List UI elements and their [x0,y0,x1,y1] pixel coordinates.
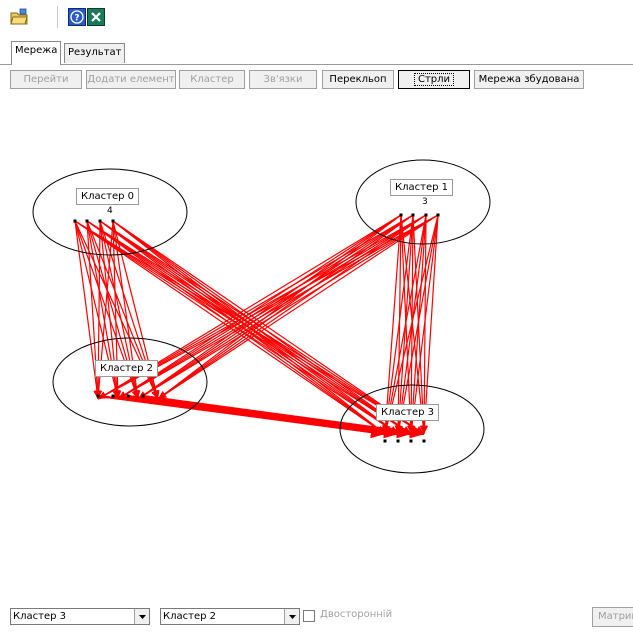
cluster-node [98,219,102,223]
redraw-button[interactable]: Перекльоп [322,70,394,89]
links-layer [74,214,439,439]
cluster-node [422,439,426,443]
tab-result[interactable]: Результат [64,43,126,63]
cluster-node [85,219,89,223]
cluster-1-label[interactable]: Кластер 1 [390,179,453,196]
from-cluster-value: Кластер 3 [13,611,66,622]
link-arrow [383,214,427,435]
open-folder-icon[interactable] [10,8,28,26]
from-cluster-select[interactable]: Кластер 3 [10,608,150,625]
network-built-button[interactable]: Мережа збудована [474,70,584,89]
cluster-node [96,394,100,398]
svg-text:?: ? [74,14,79,24]
cluster-node [111,394,115,398]
cluster-node [141,394,145,398]
link-arrow [117,214,414,400]
link-arrow [137,214,427,400]
arrows-button[interactable]: Стрли [398,70,470,89]
chevron-down-icon[interactable] [134,609,149,624]
cluster-0-count: 4 [107,206,113,216]
network-graph [32,159,491,474]
cluster-node [411,213,415,217]
cluster-node [409,439,413,443]
to-cluster-select[interactable]: Кластер 2 [160,608,300,625]
bidirectional-label: Двосторонній [320,609,393,620]
cluster-node [436,213,440,217]
matrix-button[interactable]: Матриця [592,607,633,627]
cluster-node [399,213,403,217]
bidirectional-checkbox[interactable] [303,610,315,622]
action-bar: Перейти Додати елемент Кластер Зв'язки П… [0,65,633,93]
cluster-0-label[interactable]: Кластер 0 [76,188,139,205]
tab-network[interactable]: Мережа [11,41,62,65]
cluster-button[interactable]: Кластер [179,70,245,89]
toolbar-separator [57,6,58,28]
links-button[interactable]: Зв'язки [249,70,317,89]
link-arrow [117,214,402,400]
network-canvas[interactable]: Кластер 0 4 Кластер 1 3 Кластер 2 Класте… [0,93,633,598]
cluster-node [383,439,387,443]
go-button[interactable]: Перейти [10,70,82,89]
bottom-bar: Кластер 3 Кластер 2 Двосторонній Матриця [0,598,633,641]
help-icon[interactable]: ? [68,8,86,26]
link-arrow [137,214,402,400]
toolbar: ? [0,0,633,34]
cluster-2-label[interactable]: Кластер 2 [95,360,158,377]
cluster-node [126,394,130,398]
exit-icon[interactable] [87,8,105,26]
cluster-node [396,439,400,443]
link-arrow [157,214,414,400]
link-arrow [157,214,402,400]
to-cluster-value: Кластер 2 [163,611,216,622]
arrows-button-label: Стрли [413,73,455,86]
add-element-button[interactable]: Додати елемент [86,70,176,89]
chevron-down-icon[interactable] [284,609,299,624]
cluster-3-label[interactable]: Кластер 3 [376,404,439,421]
cluster-node [424,213,428,217]
link-arrow [137,214,414,400]
tab-strip: Мережа Результат [0,34,633,65]
cluster-1-count: 3 [422,197,428,207]
cluster-node [73,219,77,223]
cluster-node [111,219,115,223]
